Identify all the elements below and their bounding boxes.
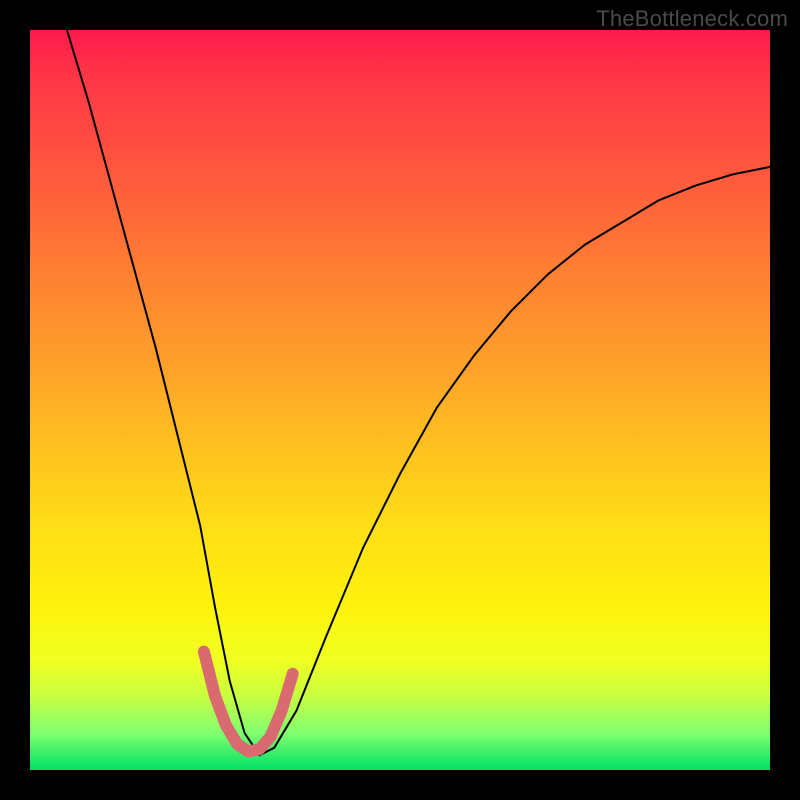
bottleneck-curve <box>67 30 770 755</box>
curve-layer <box>30 30 770 770</box>
watermark-text: TheBottleneck.com <box>596 6 788 32</box>
highlight-segment <box>204 652 293 752</box>
